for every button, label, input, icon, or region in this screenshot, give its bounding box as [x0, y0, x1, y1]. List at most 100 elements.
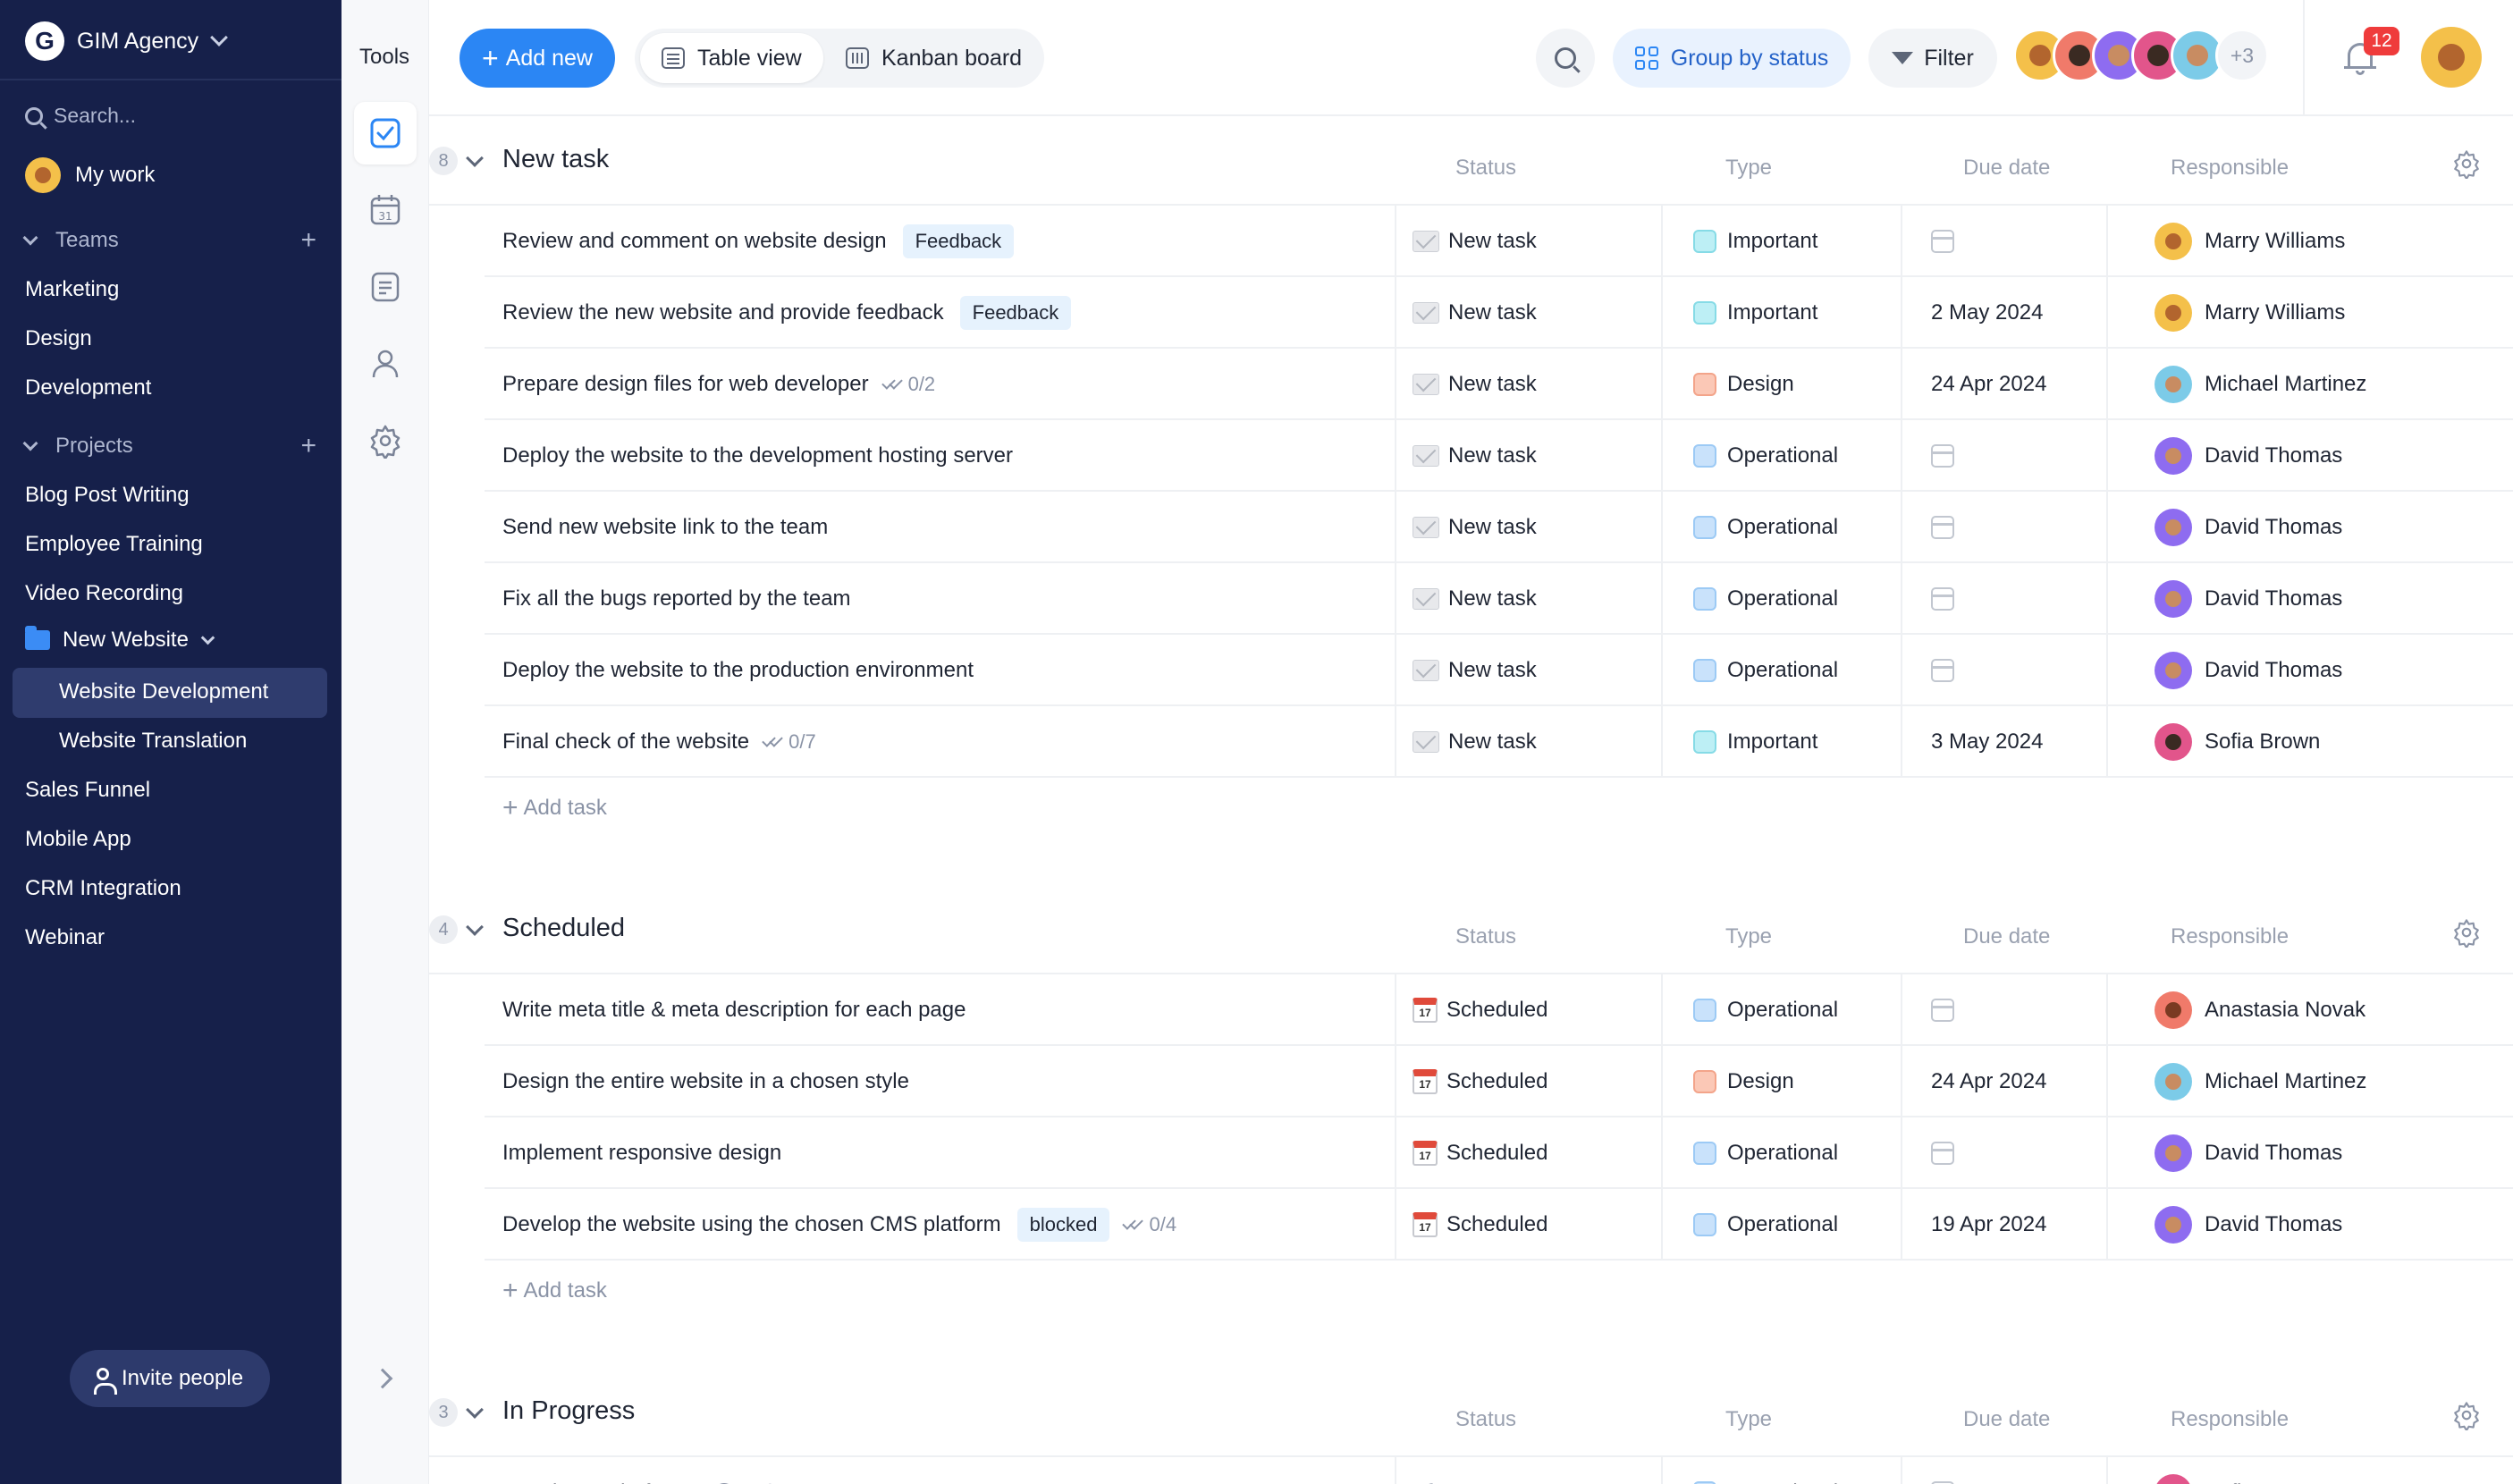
task-cell[interactable]: Design the entire website in a chosen st… [502, 1046, 909, 1117]
column-header-type[interactable]: Type [1725, 924, 1772, 949]
table-row[interactable]: Develop the website using the chosen CMS… [485, 1189, 2513, 1261]
table-row[interactable]: Deploy the website to the production env… [485, 635, 2513, 706]
column-header-status[interactable]: Status [1455, 156, 1516, 181]
status-cell[interactable]: 17 Scheduled [1413, 974, 1547, 1046]
column-header-responsible[interactable]: Responsible [2171, 924, 2289, 949]
tool-settings[interactable] [354, 409, 417, 472]
projects-section-header[interactable]: Projects + [22, 433, 316, 460]
task-cell[interactable]: Deploy the website to the production env… [502, 635, 974, 706]
type-cell[interactable]: Design [1693, 349, 1794, 420]
tool-calendar[interactable]: 31 [354, 179, 417, 241]
task-cell[interactable]: Review the new website and provide feedb… [502, 277, 1072, 349]
invite-people-button[interactable]: Invite people [70, 1350, 270, 1407]
due-date-cell[interactable]: 2 May 2024 [1931, 277, 2043, 349]
table-row[interactable]: Develop a wireframe21 In Progress Operatio… [485, 1457, 2513, 1484]
sidebar-item-website-development[interactable]: Website Development [59, 679, 268, 704]
column-header-type[interactable]: Type [1725, 1407, 1772, 1432]
sidebar-folder-new-website[interactable]: New Website [25, 626, 215, 653]
group-by-status-button[interactable]: Group by status [1613, 29, 1851, 88]
responsible-cell[interactable]: Sofia Brown [2155, 706, 2320, 778]
filter-button[interactable]: Filter [1868, 29, 1997, 88]
responsible-cell[interactable]: David Thomas [2155, 492, 2342, 563]
sidebar-item-my-work[interactable]: My work [25, 157, 155, 193]
status-cell[interactable]: New task [1413, 277, 1537, 349]
due-date-cell[interactable]: 24 Apr 2024 [1931, 349, 2046, 420]
tool-tasks[interactable] [354, 102, 417, 164]
sidebar-item-team[interactable]: Design [25, 326, 92, 351]
column-header-responsible[interactable]: Responsible [2171, 1407, 2289, 1432]
status-cell[interactable]: In Progress [1413, 1457, 1556, 1484]
search-button[interactable] [1536, 29, 1595, 88]
task-cell[interactable]: Implement responsive design [502, 1117, 781, 1189]
column-header-responsible[interactable]: Responsible [2171, 156, 2289, 181]
type-cell[interactable]: Operational [1693, 1457, 1838, 1484]
task-cell[interactable]: Deploy the website to the development ho… [502, 420, 1013, 492]
column-header-status[interactable]: Status [1455, 924, 1516, 949]
sidebar-item-project[interactable]: Employee Training [25, 532, 203, 557]
task-cell[interactable]: Develop a wireframe21 [502, 1457, 791, 1484]
table-row[interactable]: Write meta title & meta description for … [485, 974, 2513, 1046]
table-row[interactable]: Send new website link to the team New tas… [485, 492, 2513, 563]
add-task-button[interactable]: + Add task [502, 781, 607, 835]
due-date-cell[interactable]: 24 Apr 2024 [1931, 1046, 2046, 1117]
status-cell[interactable]: 17 Scheduled [1413, 1189, 1547, 1261]
responsible-cell[interactable]: David Thomas [2155, 1117, 2342, 1189]
table-row[interactable]: Fix all the bugs reported by the team New… [485, 563, 2513, 635]
table-row[interactable]: Design the entire website in a chosen st… [485, 1046, 2513, 1117]
status-cell[interactable]: New task [1413, 349, 1537, 420]
sidebar-item-project[interactable]: Blog Post Writing [25, 483, 190, 508]
due-date-cell[interactable]: 3 May 2024 [1931, 706, 2043, 778]
responsible-cell[interactable]: Michael Martinez [2155, 349, 2366, 420]
type-cell[interactable]: Operational [1693, 974, 1838, 1046]
task-tag[interactable]: blocked [1016, 1208, 1110, 1242]
due-date-cell[interactable] [1931, 420, 1954, 492]
tab-kanban-board[interactable]: Kanban board [824, 33, 1043, 83]
responsible-cell[interactable]: Marry Williams [2155, 206, 2345, 277]
type-cell[interactable]: Design [1693, 1046, 1794, 1117]
responsible-cell[interactable]: David Thomas [2155, 1189, 2342, 1261]
team-avatars[interactable]: +3 [2013, 29, 2269, 88]
tab-table-view[interactable]: Table view [640, 33, 823, 83]
responsible-cell[interactable]: Michael Martinez [2155, 1046, 2366, 1117]
sidebar-item-project[interactable]: CRM Integration [25, 876, 181, 901]
more-members-badge[interactable]: +3 [2215, 29, 2269, 82]
column-header-due-date[interactable]: Due date [1963, 1407, 2050, 1432]
table-row[interactable]: Prepare design files for web developer 0/… [485, 349, 2513, 420]
task-cell[interactable]: Write meta title & meta description for … [502, 974, 966, 1046]
tool-notes[interactable] [354, 256, 417, 318]
add-team-icon[interactable]: + [300, 227, 316, 254]
type-cell[interactable]: Important [1693, 206, 1817, 277]
table-row[interactable]: Review and comment on website design Feed… [485, 206, 2513, 277]
status-cell[interactable]: New task [1413, 206, 1537, 277]
responsible-cell[interactable]: David Thomas [2155, 420, 2342, 492]
due-date-cell[interactable] [1931, 563, 1954, 635]
due-date-cell[interactable]: 19 Apr 2024 [1931, 1189, 2046, 1261]
responsible-cell[interactable]: David Thomas [2155, 563, 2342, 635]
responsible-cell[interactable]: Marry Williams [2155, 277, 2345, 349]
due-date-cell[interactable] [1931, 492, 1954, 563]
due-date-cell[interactable] [1931, 1117, 1954, 1189]
group-settings-button[interactable] [2451, 917, 2482, 949]
due-date-cell[interactable] [1931, 1457, 1954, 1484]
table-row[interactable]: Final check of the website 0/7 New task Imp… [485, 706, 2513, 778]
task-cell[interactable]: Send new website link to the team [502, 492, 828, 563]
status-cell[interactable]: New task [1413, 706, 1537, 778]
sidebar-item-website-translation[interactable]: Website Translation [59, 729, 247, 754]
task-cell[interactable]: Fix all the bugs reported by the team [502, 563, 851, 635]
column-header-type[interactable]: Type [1725, 156, 1772, 181]
due-date-cell[interactable] [1931, 206, 1954, 277]
sidebar-item-project[interactable]: Sales Funnel [25, 778, 150, 803]
group-settings-button[interactable] [2451, 148, 2482, 181]
chevron-down-icon[interactable] [466, 149, 484, 167]
responsible-cell[interactable]: Anastasia Novak [2155, 974, 2365, 1046]
type-cell[interactable]: Operational [1693, 1189, 1838, 1261]
table-row[interactable]: Implement responsive design 17 Scheduled Op… [485, 1117, 2513, 1189]
status-cell[interactable]: 17 Scheduled [1413, 1046, 1547, 1117]
table-row[interactable]: Review the new website and provide feedb… [485, 277, 2513, 349]
workspace-switcher[interactable]: G GIM Agency [25, 20, 229, 63]
due-date-cell[interactable] [1931, 974, 1954, 1046]
sidebar-item-team[interactable]: Marketing [25, 277, 119, 302]
sidebar-item-project[interactable]: Video Recording [25, 581, 183, 606]
task-tag[interactable]: Feedback [902, 224, 1015, 258]
task-cell[interactable]: Prepare design files for web developer 0/… [502, 349, 935, 420]
